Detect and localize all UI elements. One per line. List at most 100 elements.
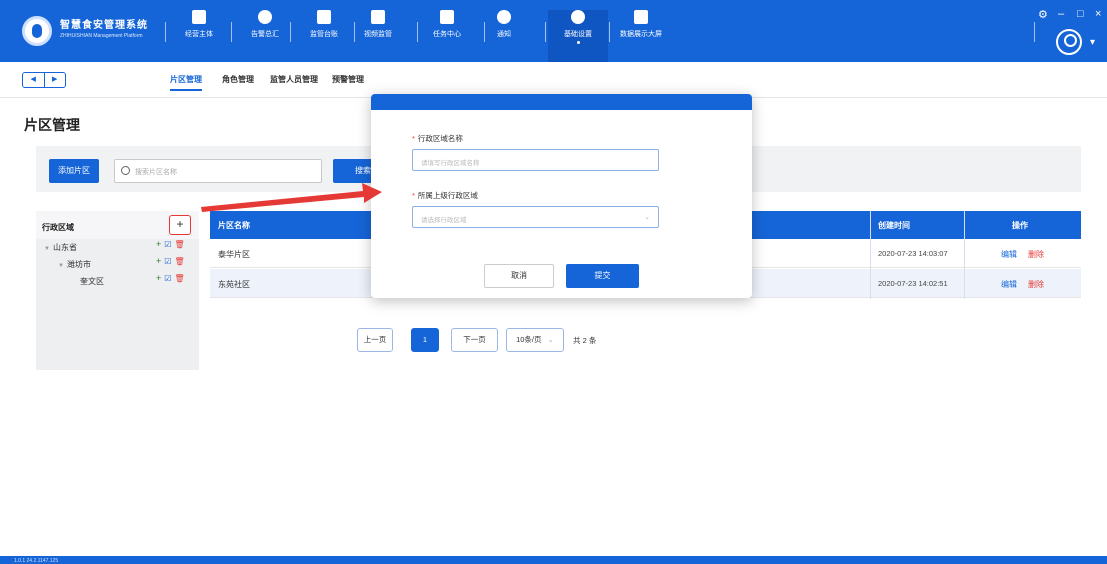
ledger-icon	[317, 10, 331, 24]
version-text: 1.0.1 24.2.1147.125	[14, 558, 59, 564]
clipboard-icon	[440, 10, 454, 24]
delete-link[interactable]: 删除	[1028, 279, 1044, 290]
user-menu-caret-icon[interactable]: ▾	[1090, 37, 1095, 48]
tree-node[interactable]: 奎文区	[80, 276, 104, 290]
add-child-icon[interactable]: +	[156, 273, 161, 283]
add-region-dialog: * 行政区域名称 请填写行政区域名称 * 所属上级行政区域 请选择行政区域 ⌄ 取消…	[371, 94, 752, 298]
expand-caret-icon[interactable]: ▼	[44, 246, 50, 252]
tree-node-actions: + ☑ 🗑	[156, 256, 185, 266]
area-name-cell: 泰华片区	[218, 250, 250, 259]
minimize-icon[interactable]: –	[1058, 8, 1064, 20]
nav-item-notifications[interactable]: 通知	[474, 10, 534, 60]
nav-label: 视频监管	[364, 31, 392, 38]
created-time-cell: 2020-07-23 14:03:07	[878, 249, 948, 258]
created-time-cell: 2020-07-23 14:02:51	[878, 279, 948, 288]
tree-node-actions: + ☑ 🗑	[156, 239, 185, 249]
screen-icon	[634, 10, 648, 24]
forward-arrow-icon[interactable]: ▶	[45, 73, 66, 87]
nav-label: 监管台账	[310, 31, 338, 38]
back-arrow-icon[interactable]: ◀	[23, 73, 45, 87]
delete-link[interactable]: 删除	[1028, 249, 1044, 260]
add-child-icon[interactable]: +	[156, 239, 161, 249]
user-avatar-icon[interactable]	[1056, 29, 1082, 55]
column-divider	[964, 211, 965, 299]
app-logo	[22, 16, 52, 46]
nav-item-business-entities[interactable]: 经营主体	[169, 10, 229, 60]
tab-supervisor-management[interactable]: 监管人员管理	[270, 74, 318, 85]
next-page-button[interactable]: 下一页	[451, 328, 498, 352]
search-input[interactable]: 搜索片区名称	[114, 159, 322, 183]
alarm-icon	[258, 10, 272, 24]
region-name-input[interactable]: 请填写行政区域名称	[412, 149, 659, 171]
search-placeholder: 搜索片区名称	[135, 169, 177, 176]
tree-node[interactable]: ▼ 山东省	[44, 242, 77, 256]
add-child-icon[interactable]: +	[156, 256, 161, 266]
add-region-button[interactable]: +	[169, 215, 191, 235]
chevron-down-icon: ⌄	[644, 214, 650, 221]
page-size-select[interactable]: 10条/页 ⌄	[506, 328, 564, 352]
gear-icon	[571, 10, 585, 24]
tree-node-actions: + ☑ 🗑	[156, 273, 185, 283]
total-count: 共 2 条	[573, 336, 597, 345]
nav-label: 数据展示大屏	[620, 31, 662, 38]
settings-icon[interactable]: ⚙	[1038, 8, 1048, 21]
building-icon	[192, 10, 206, 24]
edit-icon[interactable]: ☑	[164, 257, 171, 266]
close-icon[interactable]: ×	[1095, 8, 1101, 20]
area-name-cell: 东苑社区	[218, 280, 250, 289]
tree-node[interactable]: ▼ 潍坊市	[58, 259, 91, 273]
tree-node-label: 奎文区	[80, 277, 104, 286]
delete-icon[interactable]: 🗑	[174, 274, 184, 283]
nav-item-basic-settings[interactable]: 基础设置	[548, 10, 608, 62]
add-area-button[interactable]: 添加片区	[49, 159, 99, 183]
nav-item-alarm-summary[interactable]: 告警总汇	[235, 10, 295, 60]
required-mark: *	[412, 191, 415, 200]
column-header-name: 片区名称	[218, 221, 250, 230]
nav-item-supervision-ledger[interactable]: 监管台账	[294, 10, 354, 60]
tree-node-label: 山东省	[52, 243, 77, 252]
expand-caret-icon[interactable]: ▼	[58, 263, 64, 269]
cancel-button[interactable]: 取消	[484, 264, 554, 288]
app-title: 智慧食安管理系统	[60, 20, 148, 31]
edit-link[interactable]: 编辑	[1001, 249, 1017, 260]
nav-label: 经营主体	[185, 31, 213, 38]
page-1-button[interactable]: 1	[411, 328, 439, 352]
column-divider	[870, 211, 871, 299]
nav-divider	[290, 22, 291, 42]
active-indicator	[576, 41, 580, 44]
sub-navigation: ◀ ▶ 片区管理 角色管理 监管人员管理 预警管理	[0, 62, 1107, 98]
nav-divider	[165, 22, 166, 42]
parent-region-label: * 所属上级行政区域	[412, 190, 478, 201]
tree-node-label: 潍坊市	[66, 260, 91, 269]
app-subtitle: ZHIHUISHIAN Management Platform	[60, 33, 143, 39]
camera-icon	[371, 10, 385, 24]
chevron-down-icon: ⌄	[547, 335, 554, 344]
nav-item-video-supervision[interactable]: 视频监管	[348, 10, 408, 60]
nav-item-task-center[interactable]: 任务中心	[417, 10, 477, 60]
submit-button[interactable]: 提交	[566, 264, 639, 288]
tab-warning-management[interactable]: 预警管理	[332, 74, 364, 85]
nav-label: 基础设置	[564, 31, 592, 38]
tab-area-management[interactable]: 片区管理	[170, 74, 202, 91]
top-navigation-bar: 智慧食安管理系统 ZHIHUISHIAN Management Platform…	[0, 0, 1107, 62]
edit-icon[interactable]: ☑	[164, 240, 171, 249]
dialog-header	[371, 94, 752, 110]
prev-page-button[interactable]: 上一页	[357, 328, 393, 352]
edit-icon[interactable]: ☑	[164, 274, 171, 283]
edit-link[interactable]: 编辑	[1001, 279, 1017, 290]
page-size-value: 10条/页	[516, 335, 542, 344]
delete-icon[interactable]: 🗑	[174, 240, 184, 249]
parent-region-select[interactable]: 请选择行政区域 ⌄	[412, 206, 659, 228]
nav-divider	[545, 22, 546, 42]
nav-label: 通知	[497, 31, 511, 38]
user-divider	[1034, 22, 1035, 42]
nav-item-data-screen[interactable]: 数据展示大屏	[611, 10, 671, 60]
page-title: 片区管理	[24, 117, 80, 133]
nav-divider	[609, 22, 610, 42]
delete-icon[interactable]: 🗑	[174, 257, 184, 266]
tab-role-management[interactable]: 角色管理	[222, 74, 254, 85]
region-tree-title: 行政区域	[42, 223, 74, 232]
maximize-icon[interactable]: □	[1077, 8, 1084, 20]
nav-divider	[231, 22, 232, 42]
search-icon	[121, 166, 130, 175]
